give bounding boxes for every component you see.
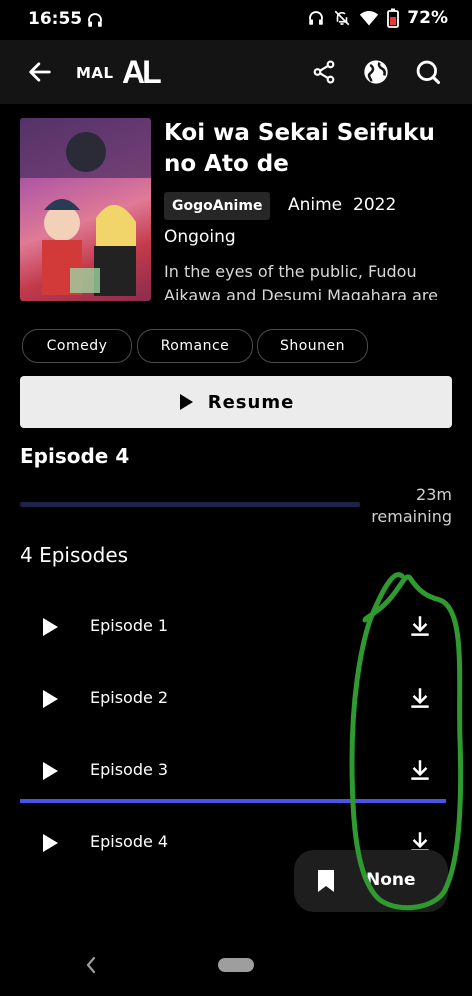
genre-chip[interactable]: Shounen (257, 329, 368, 363)
episode-label: Episode 1 (90, 616, 169, 635)
genre-chip[interactable]: Comedy (22, 329, 132, 363)
anime-year: 2022 (353, 195, 397, 215)
bookmark-fab[interactable]: None (294, 850, 448, 912)
download-icon[interactable] (407, 613, 433, 639)
episode-label: Episode 4 (90, 832, 169, 851)
episode-label: Episode 2 (90, 688, 169, 707)
share-icon[interactable] (308, 56, 340, 88)
play-icon[interactable] (41, 761, 59, 781)
episode-count: 4 Episodes (20, 543, 129, 567)
bell-off-icon (334, 10, 350, 26)
genre-chip[interactable]: Romance (137, 329, 253, 363)
play-icon[interactable] (41, 617, 59, 637)
episode-row[interactable]: Episode 3 (0, 736, 472, 808)
download-icon[interactable] (407, 685, 433, 711)
anilist-logo[interactable]: AL (122, 54, 162, 91)
search-icon[interactable] (412, 56, 444, 88)
bookmark-status-label: None (366, 870, 416, 890)
globe-icon[interactable] (360, 56, 392, 88)
status-time: 16:55 (28, 9, 83, 29)
play-icon (179, 394, 193, 410)
source-badge[interactable]: GogoAnime (164, 192, 271, 220)
resume-button[interactable]: Resume (20, 376, 452, 428)
time-remaining: 23m remaining (371, 485, 452, 526)
play-icon[interactable] (41, 689, 59, 709)
nav-back-icon[interactable] (84, 955, 98, 975)
wifi-icon (360, 11, 379, 26)
app-bar: MAL AL (0, 40, 472, 104)
resume-label: Resume (207, 391, 295, 413)
anime-title: Koi wa Sekai Seifuku no Ato de (164, 120, 435, 177)
current-episode: Episode 4 (20, 444, 130, 468)
episode-progress-bar (20, 799, 446, 803)
anime-type: Anime (288, 195, 343, 215)
battery-icon (387, 8, 400, 28)
status-bar: 16:55 72% (0, 0, 472, 40)
bookmark-icon (318, 870, 334, 892)
play-icon[interactable] (41, 833, 59, 853)
headphones-icon (309, 11, 324, 25)
cover-image (20, 118, 151, 301)
episode-label: Episode 3 (90, 760, 169, 779)
mal-logo[interactable]: MAL (76, 64, 114, 82)
episode-row[interactable]: Episode 2 (0, 664, 472, 736)
nav-home-pill[interactable] (218, 958, 254, 972)
episode-row[interactable]: Episode 1 (0, 592, 472, 664)
watch-progress-bar (20, 502, 360, 507)
battery-percent: 72% (407, 8, 448, 28)
back-arrow-icon[interactable] (24, 56, 56, 88)
headphones-icon (88, 13, 102, 27)
anime-description[interactable]: In the eyes of the public, Fudou Aikawa … (164, 260, 464, 300)
download-icon[interactable] (407, 757, 433, 783)
anime-status: Ongoing (164, 227, 236, 247)
